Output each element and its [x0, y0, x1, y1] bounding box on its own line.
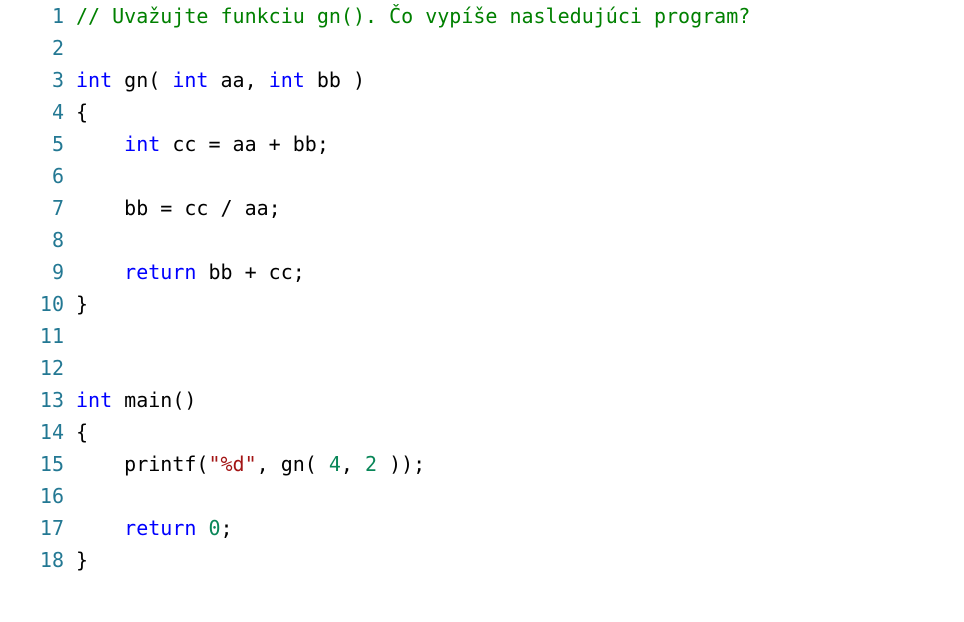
code-token-plain: bb + cc;: [196, 260, 305, 284]
line-number: 2: [51, 36, 64, 60]
line-number: 7: [51, 196, 64, 220]
line-number: 3: [51, 68, 64, 92]
code-token-keyword: int: [172, 68, 209, 92]
code-text: return bb + cc;: [76, 256, 305, 288]
line-number: 4: [51, 100, 64, 124]
line-number: 18: [39, 548, 64, 572]
line-number: 16: [39, 484, 64, 508]
line-number: 17: [39, 516, 64, 540]
code-text: bb = cc / aa;: [76, 192, 281, 224]
code-token-plain: bb ): [304, 68, 366, 92]
line-number: 10: [39, 292, 64, 316]
code-token-keyword: return: [124, 516, 197, 540]
code-token-plain: main(): [112, 388, 197, 412]
code-text: }: [76, 544, 88, 576]
code-token-plain: }: [76, 292, 89, 316]
line-number: 15: [39, 452, 64, 476]
line-number: 14: [39, 420, 64, 444]
code-token-keyword: int: [76, 68, 113, 92]
line-number: 6: [51, 164, 64, 188]
code-text: {: [76, 416, 88, 448]
code-token-keyword: return: [124, 260, 197, 284]
line-number: 12: [39, 356, 64, 380]
code-text: int cc = aa + bb;: [76, 128, 329, 160]
code-text: // Uvažujte funkciu gn(). Čo vypíše nasl…: [76, 0, 750, 32]
code-token-string: "%d": [208, 452, 257, 476]
code-token-keyword: int: [124, 132, 161, 156]
code-token-plain: }: [76, 548, 89, 572]
code-token-keyword: int: [76, 388, 113, 412]
line-number: 11: [39, 324, 64, 348]
code-token-number: 0: [208, 516, 221, 540]
code-token-comment: // Uvažujte funkciu gn(). Čo vypíše nasl…: [76, 4, 751, 28]
code-token-plain: cc = aa + bb;: [160, 132, 329, 156]
code-token-plain: aa,: [208, 68, 269, 92]
code-text: int gn( int aa, int bb ): [76, 64, 365, 96]
code-token-keyword: int: [268, 68, 305, 92]
code-editor[interactable]: 1 // Uvažujte funkciu gn(). Čo vypíše nas…: [0, 0, 964, 622]
code-token-plain: {: [76, 420, 89, 444]
code-token-number: 4: [328, 452, 341, 476]
code-token-plain: ;: [220, 516, 233, 540]
code-text: int main(): [76, 384, 196, 416]
line-number: 9: [51, 260, 64, 284]
code-text: printf("%d", gn( 4, 2 ));: [76, 448, 425, 480]
line-number: 8: [51, 228, 64, 252]
code-token-plain: {: [76, 100, 89, 124]
line-number: 1: [51, 4, 64, 28]
line-number: 13: [39, 388, 64, 412]
code-token-plain: ,: [340, 452, 366, 476]
code-token-plain: , gn(: [256, 452, 329, 476]
line-number: 5: [51, 132, 64, 156]
code-token-plain: printf(: [76, 452, 209, 476]
code-text: }: [76, 288, 88, 320]
code-text: return 0;: [76, 512, 233, 544]
code-token-plain: gn(: [112, 68, 173, 92]
code-text: {: [76, 96, 88, 128]
code-token-plain: bb = cc / aa;: [76, 196, 281, 220]
code-token-number: 2: [365, 452, 378, 476]
code-token-plain: ));: [377, 452, 426, 476]
